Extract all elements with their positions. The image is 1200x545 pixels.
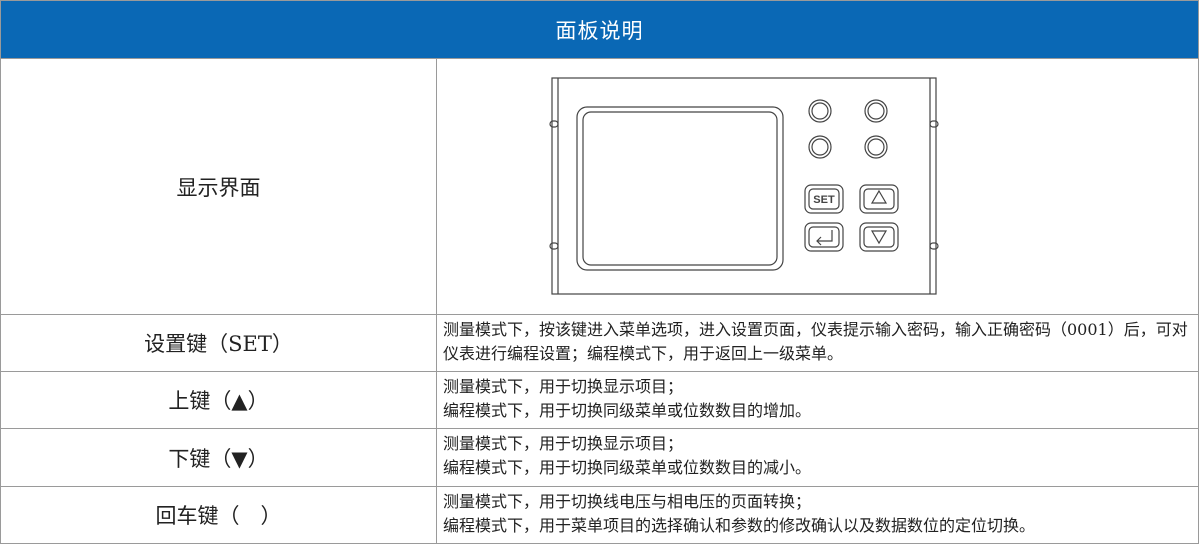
down-key-label: 下键（▼） (168, 446, 269, 471)
description-line: 编程模式下，用于菜单项目的选择确认和参数的修改确认以及数据数位的定位切换。 (443, 516, 1036, 535)
row-label: 设置键（SET） (1, 315, 437, 371)
panel-frame (551, 77, 937, 295)
row-label: 回车键（ ） (1, 487, 437, 543)
row-label: 显示界面 (1, 59, 437, 314)
row-description: 测量模式下，用于切换线电压与相电压的页面转换； 编程模式下，用于菜单项目的选择确… (437, 487, 1198, 543)
lcd-screen (576, 106, 784, 271)
row-label: 上键（▲） (1, 372, 437, 428)
table-row-down-key: 下键（▼） 测量模式下，用于切换显示项目； 编程模式下，用于切换同级菜单或位数数… (1, 428, 1198, 486)
row-description: 测量模式下，用于切换显示项目； 编程模式下，用于切换同级菜单或位数数目的减小。 (437, 429, 1198, 486)
set-key-text: SET (813, 194, 835, 206)
header-title: 面板说明 (555, 18, 644, 43)
table-row-set-key: 设置键（SET） 测量模式下，按该键进入菜单选项，进入设置页面，仪表提示输入密码… (1, 314, 1198, 371)
up-key (859, 184, 899, 214)
description-line: 编程模式下，用于切换同级菜单或位数数目的增加。 (443, 401, 812, 420)
enter-key (804, 222, 844, 252)
panel-illustration: SET (549, 77, 939, 295)
row-label: 下键（▼） (1, 429, 437, 486)
down-key (859, 222, 899, 252)
description-line: 测量模式下，用于切换显示项目； (443, 434, 684, 453)
row-description: 测量模式下，用于切换显示项目； 编程模式下，用于切换同级菜单或位数数目的增加。 (437, 372, 1198, 428)
panel-illustration-cell: SET (437, 59, 1198, 314)
description-line: 测量模式下，用于切换显示项目； (443, 377, 684, 396)
row-description: 测量模式下，按该键进入菜单选项，进入设置页面，仪表提示输入密码，输入正确密码（0… (437, 315, 1198, 371)
set-key-label: 设置键（SET） (144, 332, 293, 356)
up-key-label: 上键（▲） (168, 389, 269, 413)
indicator-lights (808, 99, 888, 159)
description-line: 编程模式下，用于切换同级菜单或位数数目的减小。 (443, 458, 812, 477)
description-line: 测量模式下，用于切换线电压与相电压的页面转换； (443, 492, 812, 511)
table-row-enter-key: 回车键（ ） 测量模式下，用于切换线电压与相电压的页面转换； 编程模式下，用于菜… (1, 486, 1198, 543)
display-label: 显示界面 (176, 175, 261, 200)
table-row-display: 显示界面 SET (1, 58, 1198, 314)
enter-key-label: 回车键（ ） (155, 504, 282, 528)
table-header: 面板说明 (1, 1, 1198, 58)
description-line: 测量模式下，按该键进入菜单选项，进入设置页面，仪表提示输入密码，输入正确密码（0… (443, 320, 1188, 363)
table-row-up-key: 上键（▲） 测量模式下，用于切换显示项目； 编程模式下，用于切换同级菜单或位数数… (1, 371, 1198, 428)
